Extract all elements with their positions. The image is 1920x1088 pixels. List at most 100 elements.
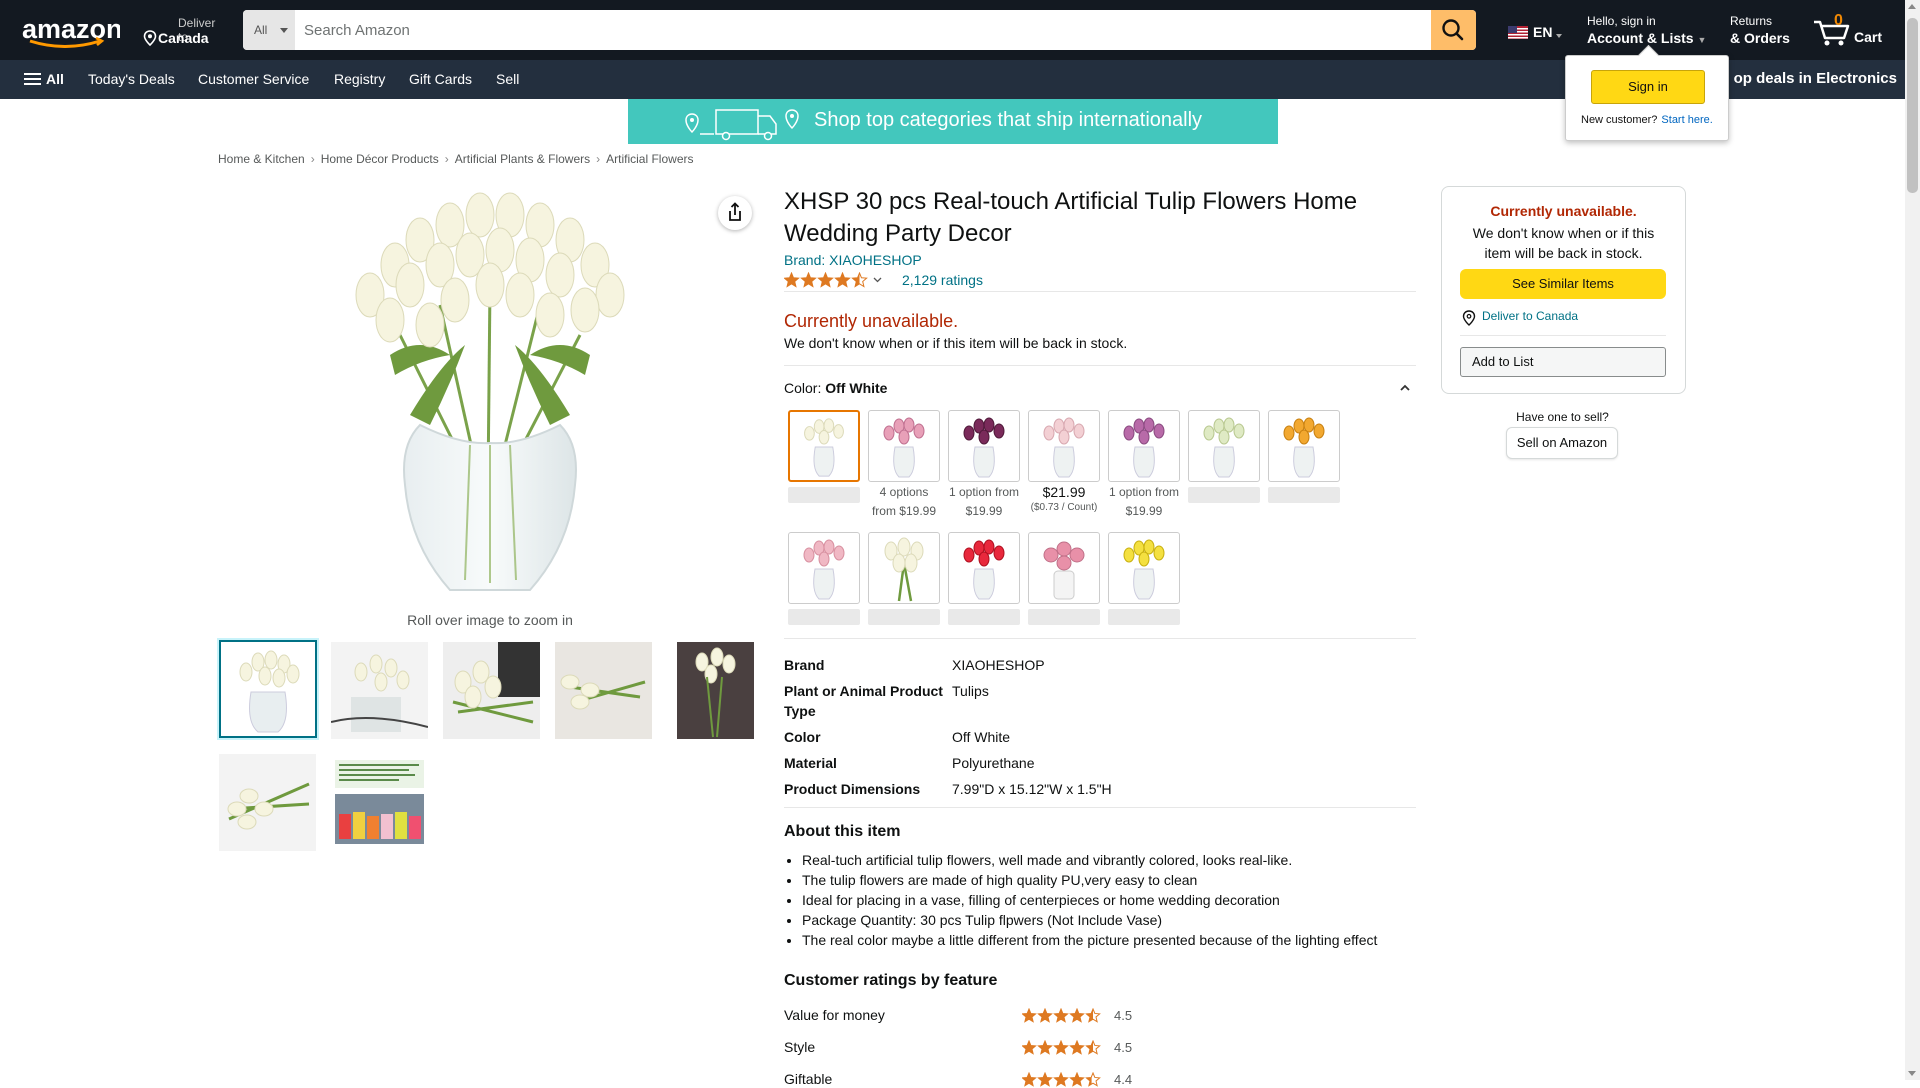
breadcrumb: Home & Kitchen › Home Décor Products › Artif… [218, 152, 694, 166]
color-swatch-off-white[interactable] [788, 410, 860, 482]
nav-todays-deals[interactable]: Today's Deals [88, 71, 175, 87]
all-menu-label: All [46, 71, 64, 87]
color-swatch-white-bundle[interactable] [868, 532, 940, 604]
returns-label: Returns [1730, 14, 1773, 28]
product-title: XHSP 30 pcs Real-touch Artificial Tulip … [784, 188, 1358, 247]
search-bar: All [243, 10, 1476, 50]
star-filled-icon [835, 273, 850, 287]
thumbnail-2[interactable] [331, 642, 428, 739]
color-swatch-red[interactable] [948, 532, 1020, 604]
breadcrumb-home-kitchen[interactable]: Home & Kitchen [218, 152, 305, 166]
search-category-dropdown[interactable]: All [243, 10, 296, 50]
star-filled-icon [801, 273, 816, 287]
swatch-caption-line: 4 options [879, 485, 929, 499]
star-filled-icon [1022, 1041, 1036, 1054]
feature-name-style: Style [784, 1039, 816, 1055]
color-swatch-orange[interactable] [1268, 410, 1340, 482]
swatch-light-pink-caption: $21.99 ($0.73 / Count) [1024, 483, 1104, 514]
sell-on-amazon-button[interactable]: Sell on Amazon [1506, 427, 1618, 459]
nav-registry[interactable]: Registry [334, 71, 385, 87]
color-swatch-purple[interactable] [948, 410, 1020, 482]
swatch-caption-line: $19.99 [1125, 504, 1163, 518]
spec-key-product-type: Plant or Animal Product Type [784, 683, 943, 719]
zoom-hint: Roll over image to zoom in [407, 612, 573, 628]
cart-count: 0 [1834, 12, 1843, 29]
returns-and-orders[interactable]: Returns & Orders [1730, 14, 1790, 46]
swatch-placeholder-bar [788, 487, 860, 503]
color-swatch-pink-white[interactable] [788, 532, 860, 604]
availability-status: Currently unavailable. [784, 311, 959, 331]
chevron-down-icon[interactable] [873, 277, 882, 283]
add-to-list-button[interactable]: Add to List [1460, 347, 1666, 377]
nav-customer-service[interactable]: Customer Service [198, 71, 309, 87]
color-swatch-light-pink[interactable] [1028, 410, 1100, 482]
star-filled-icon [1070, 1009, 1084, 1022]
international-shipping-banner[interactable]: Shop top categories that ship internatio… [628, 99, 1278, 144]
amazon-logo[interactable]: amazon [20, 14, 123, 48]
nav-gift-cards[interactable]: Gift Cards [409, 71, 472, 87]
breadcrumb-artificial-plants[interactable]: Artificial Plants & Flowers [455, 152, 590, 166]
star-filled-icon [1054, 1041, 1068, 1054]
page-scrollbar[interactable] [1905, 0, 1920, 1080]
search-input[interactable] [295, 10, 1414, 50]
cart-button[interactable]: 0 Cart [1812, 12, 1902, 48]
star-filled-icon [1022, 1009, 1036, 1022]
divider [784, 638, 1416, 639]
color-swatch-yellow[interactable] [1108, 532, 1180, 604]
brand-link[interactable]: Brand: XIAOHESHOP [784, 252, 922, 268]
spec-key-brand: Brand [784, 657, 825, 673]
account-lists-text: Account & Lists [1587, 30, 1694, 46]
color-swatch-violet[interactable] [1108, 410, 1180, 482]
account-and-lists[interactable]: Hello, sign in Account & Lists ▼ [1587, 14, 1717, 46]
buybox-unavailable: Currently unavailable. [1490, 203, 1637, 219]
share-button[interactable] [718, 196, 752, 230]
start-here-link[interactable]: Start here. [1661, 114, 1712, 126]
swatch-placeholder-bar [788, 609, 860, 625]
color-swatch-light-green[interactable] [1188, 410, 1260, 482]
thumbnail-1[interactable] [219, 640, 317, 738]
color-swatch-pink[interactable] [868, 410, 940, 482]
feature-score-style: 4.5 [1114, 1040, 1133, 1055]
scroll-up-arrow-icon[interactable] [1908, 4, 1916, 9]
ratings-count-link[interactable]: 2,129 ratings [902, 272, 983, 288]
thumbnail-5[interactable] [667, 642, 764, 739]
availability-note: We don't know when or if this item will … [784, 335, 1128, 351]
location-pin-icon [143, 30, 157, 46]
thumbnail-6[interactable] [219, 754, 316, 851]
thumbnail-4[interactable] [555, 642, 652, 739]
feature-stars-giftable [1022, 1072, 1101, 1087]
divider [784, 291, 1416, 292]
divider [784, 807, 1416, 808]
have-one-to-sell: Have one to sell? [1516, 410, 1609, 424]
swatch-pink-caption: 4 options from $19.99 [864, 483, 944, 521]
deliver-to-location[interactable]: Deliver to Canada [140, 14, 220, 46]
thumbnail-3[interactable] [443, 642, 540, 739]
rating-stars[interactable] [783, 271, 894, 290]
about-bullet: Package Quantity: 30 pcs Tulip flpwers (… [802, 910, 1422, 930]
spec-value-dimensions: 7.99"D x 15.12"W x 1.5"H [952, 781, 1112, 797]
spec-value-brand: XIAOHESHOP [952, 657, 1045, 673]
see-similar-items-button[interactable]: See Similar Items [1460, 269, 1666, 299]
spec-value-product-type: Tulips [952, 683, 989, 699]
star-filled-icon [1038, 1009, 1052, 1022]
scroll-down-arrow-icon[interactable] [1908, 1071, 1916, 1076]
chevron-up-icon[interactable] [1399, 382, 1411, 394]
nav-sell[interactable]: Sell [496, 71, 519, 87]
search-category-label: All [254, 23, 268, 37]
thumbnail-7[interactable] [331, 754, 428, 851]
breadcrumb-home-decor[interactable]: Home Décor Products [321, 152, 439, 166]
star-filled-icon [1070, 1041, 1084, 1054]
signin-button[interactable]: Sign in [1591, 70, 1705, 104]
swatch-caption-line: 1 option from [948, 485, 1020, 499]
star-filled-icon [1038, 1041, 1052, 1054]
feature-ratings-heading: Customer ratings by feature [784, 972, 998, 989]
search-icon [1442, 19, 1464, 41]
search-button[interactable] [1431, 10, 1476, 50]
color-swatch-pink-bouquet[interactable] [1028, 532, 1100, 604]
divider [1460, 335, 1666, 336]
breadcrumb-artificial-flowers[interactable]: Artificial Flowers [606, 152, 693, 166]
delivery-truck-icon [685, 109, 799, 141]
main-product-image[interactable] [290, 185, 690, 605]
scrollbar-thumb[interactable] [1907, 18, 1918, 193]
nav-promo-electronics[interactable]: op deals in Electronics [1734, 70, 1897, 87]
